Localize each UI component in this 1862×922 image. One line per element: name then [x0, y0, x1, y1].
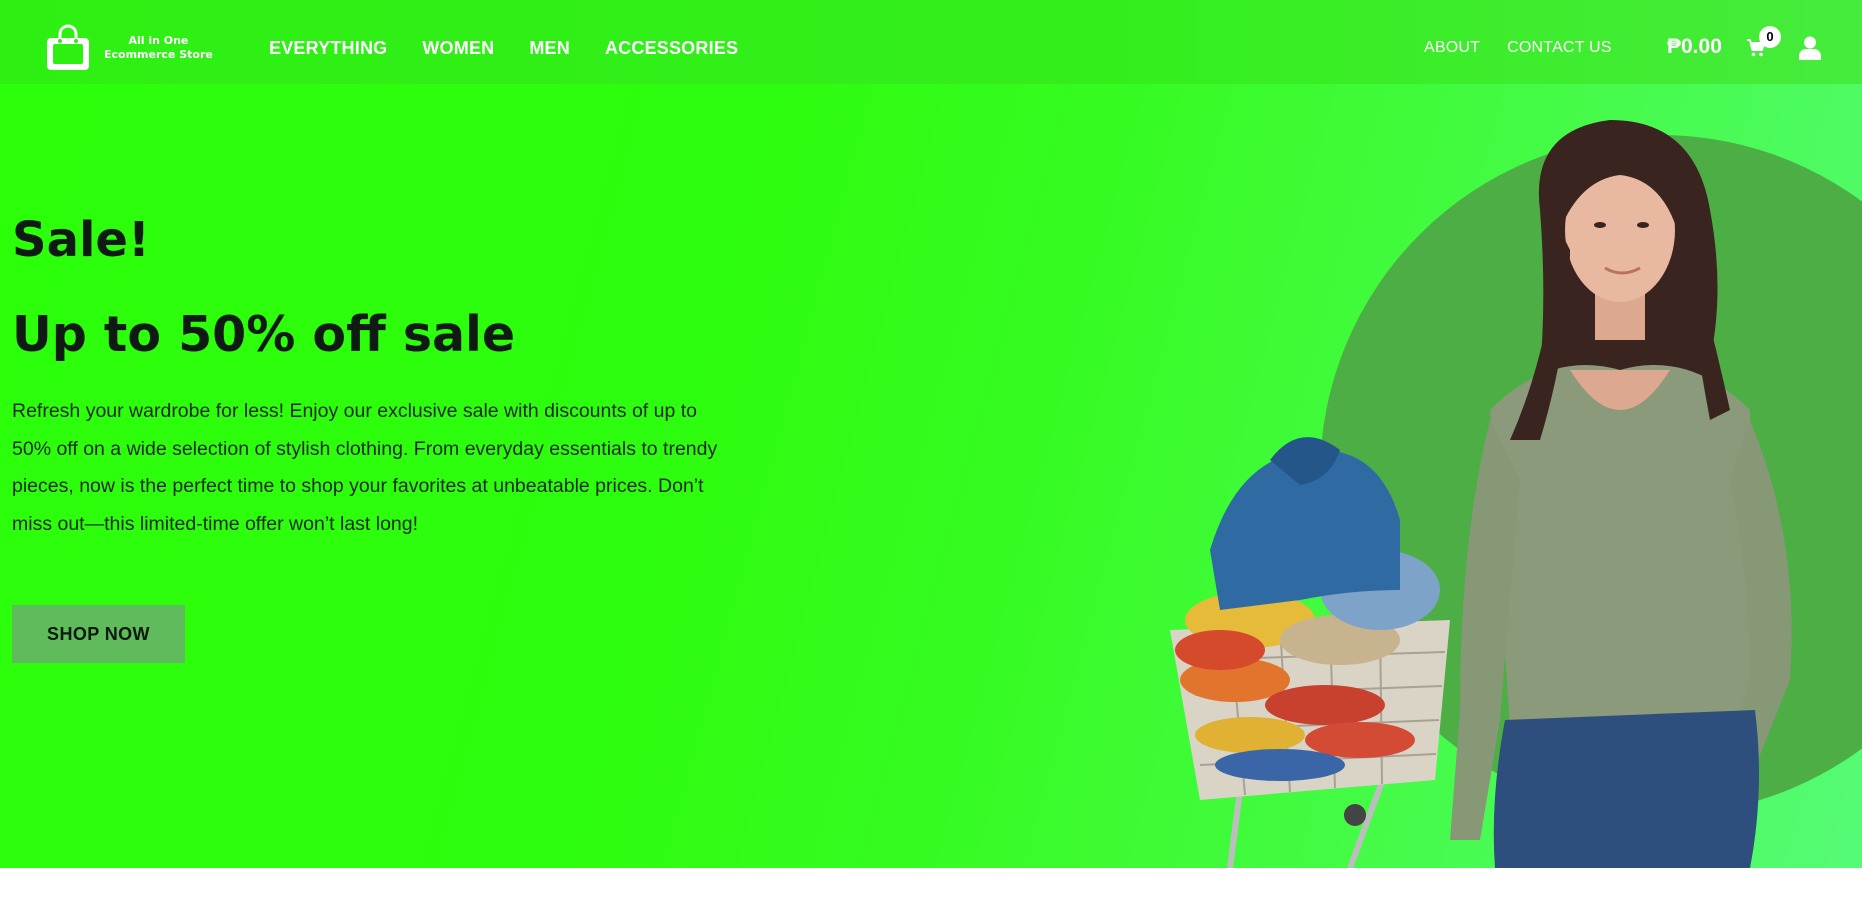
nav-women[interactable]: WOMEN [422, 38, 494, 59]
nav-contact-us[interactable]: CONTACT US [1507, 39, 1612, 57]
user-icon[interactable] [1799, 36, 1821, 60]
store-name-line2: Ecommerce Store [104, 48, 213, 61]
nav-everything[interactable]: EVERYTHING [269, 38, 387, 59]
hero-section: All in One Ecommerce Store EVERYTHING WO… [0, 0, 1862, 868]
hero-title: Up to 50% off sale [12, 306, 516, 363]
secondary-nav: ABOUT CONTACT US [1424, 39, 1612, 57]
hero-illustration [1170, 120, 1862, 868]
store-name: All in One Ecommerce Store [104, 34, 213, 62]
nav-men[interactable]: MEN [529, 38, 570, 59]
shopping-bag-icon [47, 24, 89, 70]
sale-heading: Sale! [12, 212, 150, 268]
hero-description: Refresh your wardrobe for less! Enjoy ou… [12, 400, 718, 535]
site-header: All in One Ecommerce Store EVERYTHING WO… [0, 0, 1862, 84]
shop-now-button[interactable]: SHOP NOW [12, 605, 185, 663]
store-name-line1: All in One [128, 34, 189, 47]
nav-accessories[interactable]: ACCESSORIES [605, 38, 738, 59]
nav-about[interactable]: ABOUT [1424, 39, 1480, 57]
main-nav: EVERYTHING WOMEN MEN ACCESSORIES [269, 38, 738, 59]
store-logo[interactable]: All in One Ecommerce Store [44, 24, 213, 72]
cart-count-badge: 0 [1759, 26, 1781, 48]
cart-total[interactable]: ₱0.00 [1667, 35, 1722, 59]
